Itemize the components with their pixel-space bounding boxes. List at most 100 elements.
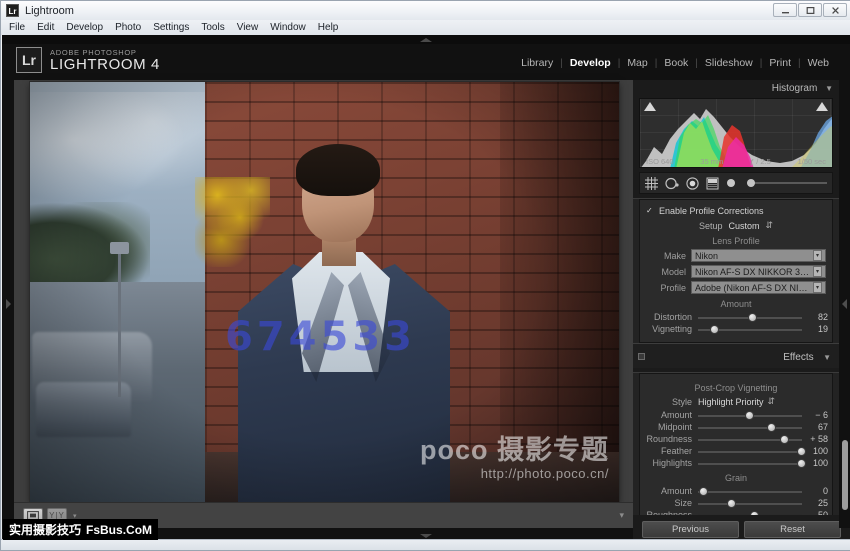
histogram-header[interactable]: Histogram ▼ bbox=[633, 80, 839, 96]
module-picker: Library | Develop | Map | Book | Slidesh… bbox=[514, 57, 836, 69]
chevron-down-icon[interactable]: ▾ bbox=[813, 250, 822, 261]
module-map[interactable]: Map bbox=[620, 57, 654, 69]
identity-plate[interactable]: Lr ADOBE PHOTOSHOP LIGHTROOM 4 bbox=[16, 47, 160, 73]
lightroom-window: Lr Lightroom File Edit Develop Photo Set… bbox=[0, 0, 850, 551]
window-titlebar: Lr Lightroom bbox=[1, 1, 850, 20]
menu-develop[interactable]: Develop bbox=[66, 22, 103, 33]
effects-section: Post-Crop Vignetting Style Highlight Pri… bbox=[633, 372, 839, 528]
chevron-up-icon bbox=[420, 37, 432, 42]
module-print[interactable]: Print bbox=[762, 57, 798, 69]
menu-help[interactable]: Help bbox=[318, 22, 339, 33]
chevron-down-icon[interactable]: ▼ bbox=[823, 353, 831, 362]
vignette-midpoint-knob[interactable] bbox=[766, 423, 776, 432]
red-eye-icon[interactable] bbox=[686, 176, 699, 190]
lens-model-select[interactable]: Nikon AF-S DX NIKKOR 35mm... ▾ bbox=[691, 265, 826, 278]
histogram-graph[interactable]: ISO 640 35 mm ƒ / 2.5 1/50 sec bbox=[639, 98, 833, 168]
photo-preview[interactable]: 674533 poco 摄影专题 http://photo.poco.cn/ bbox=[30, 82, 619, 502]
adjustment-brush-icon[interactable] bbox=[726, 178, 736, 188]
top-panel: Lr ADOBE PHOTOSHOP LIGHTROOM 4 Library |… bbox=[2, 35, 850, 80]
lens-profile-select[interactable]: Adobe (Nikon AF-S DX NIKKO... ▾ bbox=[691, 281, 826, 294]
grain-amount-knob[interactable] bbox=[699, 487, 709, 496]
lens-profile-value: Adobe (Nikon AF-S DX NIKKO... bbox=[695, 282, 813, 293]
vignette-roundness-track[interactable] bbox=[698, 435, 802, 444]
previous-button[interactable]: Previous bbox=[642, 520, 739, 538]
lens-make-select[interactable]: Nikon ▾ bbox=[691, 249, 826, 262]
toolbar-collapse-caret[interactable]: ▾ bbox=[619, 510, 624, 521]
left-panel-collapse-toggle[interactable] bbox=[2, 80, 14, 528]
vignette-midpoint-track[interactable] bbox=[698, 423, 802, 432]
distortion-knob[interactable] bbox=[747, 313, 757, 322]
chevron-down-icon[interactable]: ▾ bbox=[813, 266, 822, 277]
close-icon[interactable] bbox=[823, 3, 847, 17]
vignetting-knob[interactable] bbox=[710, 325, 720, 334]
histogram-title: Histogram bbox=[771, 82, 818, 94]
identity-product: LIGHTROOM 4 bbox=[50, 55, 160, 73]
grain-amount-value: 0 bbox=[822, 486, 828, 496]
setup-value[interactable]: Custom bbox=[728, 221, 759, 231]
enable-profile-corrections-row[interactable]: ✓ Enable Profile Corrections bbox=[640, 204, 832, 218]
lens-profile-title: Lens Profile bbox=[712, 236, 760, 246]
vignette-highlights-track[interactable] bbox=[698, 459, 806, 468]
reset-button[interactable]: Reset bbox=[744, 520, 841, 538]
lens-make-value: Nikon bbox=[695, 250, 719, 261]
updown-icon[interactable]: ⇵ bbox=[768, 396, 776, 407]
module-web[interactable]: Web bbox=[801, 57, 836, 69]
distortion-track[interactable] bbox=[698, 313, 802, 322]
lens-model-value: Nikon AF-S DX NIKKOR 35mm... bbox=[695, 266, 813, 277]
app-icon: Lr bbox=[6, 4, 19, 17]
brush-size-slider[interactable] bbox=[747, 179, 827, 187]
updown-icon[interactable]: ⇵ bbox=[766, 220, 774, 231]
brush-size-knob[interactable] bbox=[747, 179, 755, 187]
chevron-down-icon[interactable]: ▾ bbox=[813, 282, 822, 293]
checkbox-checked-icon[interactable]: ✓ bbox=[646, 207, 654, 215]
vignette-highlights-knob[interactable] bbox=[796, 459, 806, 468]
postcrop-vignetting-title: Post-Crop Vignetting bbox=[694, 383, 778, 393]
setup-row[interactable]: Setup Custom ⇵ bbox=[640, 220, 832, 231]
top-panel-collapse-toggle[interactable] bbox=[2, 35, 850, 44]
crop-overlay-icon[interactable] bbox=[645, 176, 658, 190]
highlight-clipping-icon[interactable] bbox=[816, 102, 828, 111]
menu-settings[interactable]: Settings bbox=[153, 22, 189, 33]
vignette-roundness-knob[interactable] bbox=[780, 435, 790, 444]
lens-corrections-section: ✓ Enable Profile Corrections Setup Custo… bbox=[633, 198, 839, 343]
menu-view[interactable]: View bbox=[237, 22, 259, 33]
meta-shutter: 1/50 sec bbox=[797, 157, 826, 166]
menu-window[interactable]: Window bbox=[270, 22, 306, 33]
vignette-feather-knob[interactable] bbox=[796, 447, 806, 456]
effects-header[interactable]: Effects ▼ bbox=[633, 343, 839, 368]
distortion-value: 82 bbox=[817, 312, 828, 322]
right-panel-scrollbar[interactable] bbox=[842, 440, 848, 510]
maximize-icon[interactable] bbox=[798, 3, 822, 17]
effects-switch-icon[interactable] bbox=[638, 352, 645, 360]
spot-removal-icon[interactable] bbox=[665, 177, 679, 190]
vignette-roundness-value: + 58 bbox=[810, 434, 828, 444]
grain-title: Grain bbox=[724, 473, 747, 483]
shadow-clipping-icon[interactable] bbox=[644, 102, 656, 111]
menu-photo[interactable]: Photo bbox=[115, 22, 141, 33]
chevron-down-icon[interactable]: ▼ bbox=[825, 84, 833, 93]
poco-url-text: http://photo.poco.cn/ bbox=[480, 466, 609, 481]
vignette-feather-track[interactable] bbox=[698, 447, 806, 456]
module-library[interactable]: Library bbox=[514, 57, 560, 69]
menu-tools[interactable]: Tools bbox=[201, 22, 224, 33]
grain-size-track[interactable] bbox=[698, 499, 802, 508]
vignette-style-row[interactable]: Style Highlight Priority ⇵ bbox=[644, 396, 828, 407]
vignette-feather-value: 100 bbox=[812, 446, 828, 456]
minimize-icon[interactable] bbox=[773, 3, 797, 17]
grain-size-value: 25 bbox=[817, 498, 828, 508]
vignette-style-value[interactable]: Highlight Priority bbox=[698, 397, 764, 407]
menu-edit[interactable]: Edit bbox=[37, 22, 54, 33]
grain-amount-track[interactable] bbox=[698, 487, 802, 496]
photo-watermark-number: 674533 bbox=[225, 314, 416, 360]
module-develop[interactable]: Develop bbox=[563, 57, 618, 69]
taskbar bbox=[1, 539, 850, 550]
module-book[interactable]: Book bbox=[657, 57, 695, 69]
photo-watermark-poco: poco 摄影专题 http://photo.poco.cn/ bbox=[420, 437, 609, 481]
vignette-amount-knob[interactable] bbox=[744, 411, 754, 420]
graduated-filter-icon[interactable] bbox=[706, 177, 719, 190]
menu-file[interactable]: File bbox=[9, 22, 25, 33]
module-slideshow[interactable]: Slideshow bbox=[698, 57, 760, 69]
grain-size-knob[interactable] bbox=[727, 499, 737, 508]
vignette-amount-track[interactable] bbox=[698, 411, 802, 420]
vignetting-track[interactable] bbox=[698, 325, 802, 334]
